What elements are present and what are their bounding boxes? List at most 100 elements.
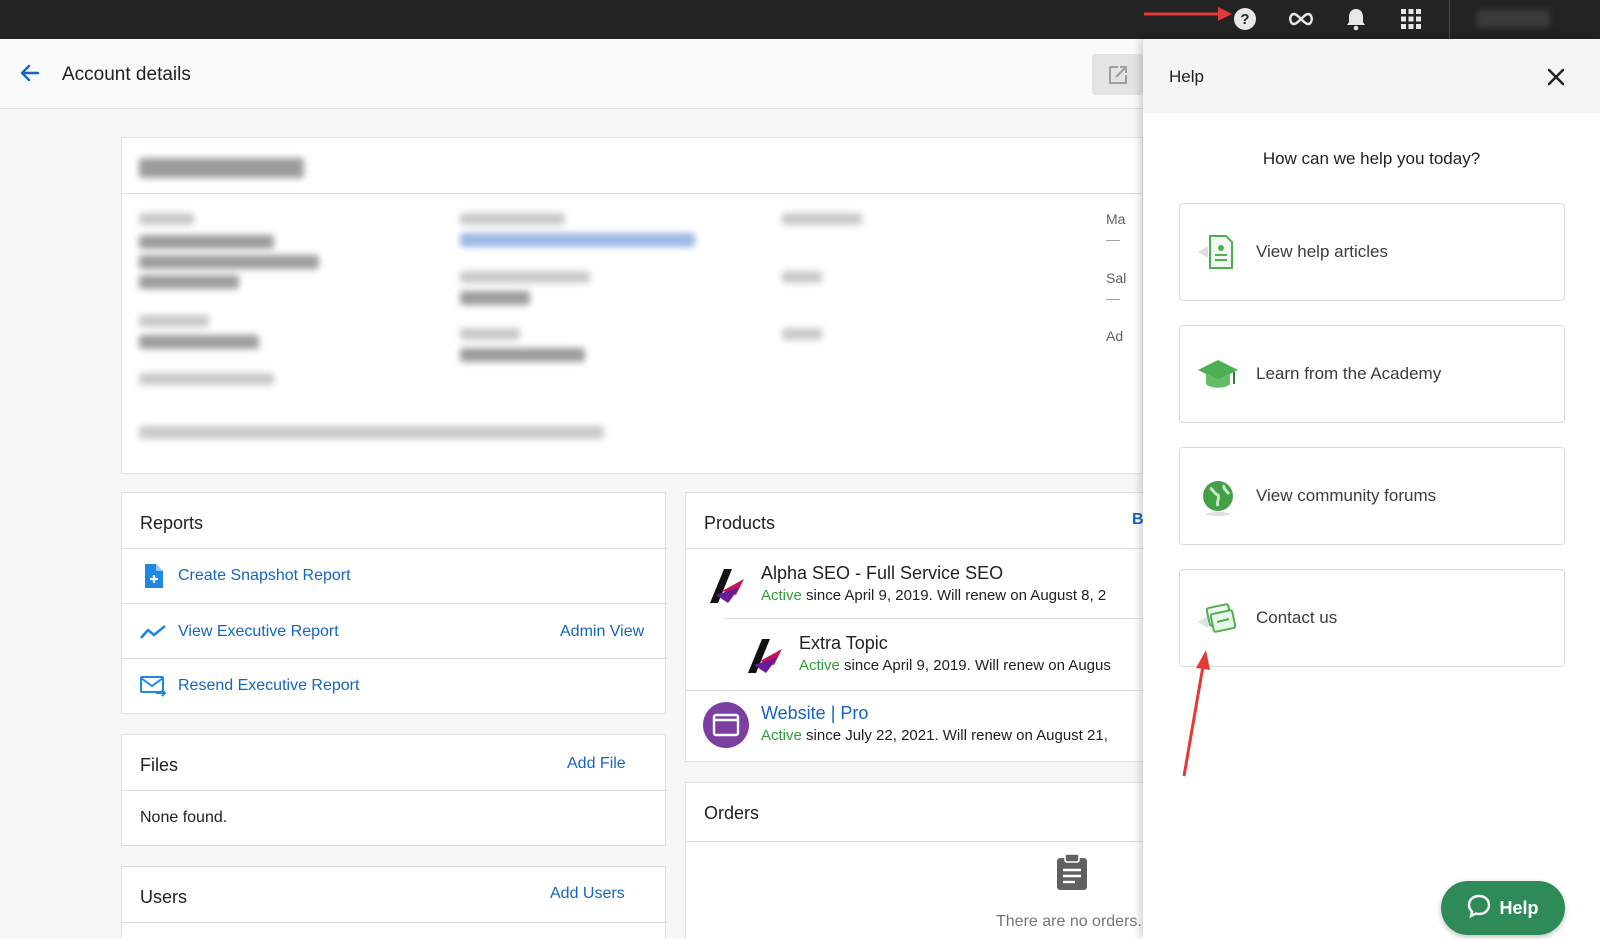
help-chat-button[interactable]: Help [1441,881,1565,935]
product-item[interactable]: Extra Topic Active since April 9, 2019. … [799,633,1111,674]
active-status: Active [761,727,802,744]
view-help-articles-card[interactable]: View help articles [1179,203,1565,301]
blurred-account-name [139,158,304,178]
blurred-field [782,213,862,225]
open-external-button[interactable] [1092,54,1143,95]
document-icon [1194,228,1242,276]
page-title: Account details [62,64,191,85]
partial-label: Ma [1106,211,1126,227]
add-users-link[interactable]: Add Users [550,885,625,903]
blurred-field [139,235,274,249]
blurred-field [460,328,520,340]
back-arrow-icon[interactable] [18,61,42,85]
blurred-field [782,328,822,340]
users-card: Users Add Users [121,866,667,939]
row-divider [686,841,1154,842]
blurred-email-link[interactable] [460,233,695,247]
resend-executive-report-label: Resend Executive Report [178,677,360,694]
account-menu[interactable] [1476,10,1550,28]
row-divider [686,548,1154,549]
admin-view-link[interactable]: Admin View [560,623,644,641]
infinity-icon[interactable] [1286,4,1316,34]
product-status: Active since July 22, 2021. Will renew o… [761,727,1108,744]
learn-from-academy-card[interactable]: Learn from the Academy [1179,325,1565,423]
page-header: Account details [0,39,1143,109]
annotation-arrow-bottom [1182,650,1210,777]
partial-label: Ad [1106,328,1124,344]
top-bar: ? [0,0,1600,39]
extra-topic-logo [744,635,784,680]
product-name: Extra Topic [799,633,888,653]
product-status: Active since April 9, 2019. Will renew o… [761,587,1106,604]
alpha-seo-logo [706,565,746,610]
row-divider [724,618,1154,619]
blurred-field [139,275,239,289]
dash-value: — [1106,231,1120,247]
product-detail: since July 22, 2021. Will renew on Augus… [801,727,1108,744]
chat-bubble-icon [1467,894,1491,923]
product-name: Alpha SEO - Full Service SEO [761,563,1004,583]
orders-card: Orders There are no orders. [685,782,1155,939]
globe-icon [1194,472,1242,520]
create-snapshot-report-link[interactable]: Create Snapshot Report [140,561,351,591]
view-community-forums-label: View community forums [1256,486,1437,505]
add-document-icon [140,563,166,589]
products-title: Products [704,513,776,533]
graduation-cap-icon [1194,350,1242,398]
users-title: Users [140,887,188,907]
learn-from-academy-label: Learn from the Academy [1256,364,1442,383]
create-snapshot-report-label: Create Snapshot Report [178,567,351,584]
active-status: Active [761,587,802,604]
blurred-field [460,213,565,225]
help-panel: Help How can we help you today? View hel… [1143,39,1600,939]
contact-us-label: Contact us [1256,608,1338,627]
row-divider [122,603,667,604]
open-external-icon [1108,65,1127,84]
partial-label: Sal [1106,270,1127,286]
orders-title: Orders [704,803,760,823]
help-panel-header: Help [1143,39,1600,113]
blurred-field [139,426,604,439]
blurred-field [460,291,530,305]
product-item[interactable]: Website | Pro Active since July 22, 2021… [761,703,1108,744]
bell-icon[interactable] [1341,4,1371,34]
product-name[interactable]: Website | Pro [761,703,1108,724]
view-help-articles-label: View help articles [1256,242,1388,261]
row-divider [122,548,667,549]
files-title: Files [140,755,179,775]
resend-executive-report-link[interactable]: Resend Executive Report [140,671,359,701]
close-icon[interactable] [1545,66,1567,88]
topbar-divider [1449,0,1450,39]
help-circle-icon[interactable]: ? [1230,4,1260,34]
blurred-field [139,315,209,327]
blurred-field [139,213,194,225]
add-file-link[interactable]: Add File [567,755,626,773]
product-item[interactable]: Alpha SEO - Full Service SEO Active sinc… [761,563,1106,604]
view-executive-report-label: View Executive Report [178,623,339,640]
reports-title: Reports [140,513,204,533]
row-divider [122,922,667,923]
row-divider [122,658,667,659]
blurred-field [139,335,259,349]
website-pro-logo [703,702,749,753]
blurred-field [460,348,585,362]
row-divider [686,690,1154,691]
annotation-arrow-top [1144,7,1232,21]
product-detail: since April 9, 2019. Will renew on Augus… [801,587,1107,604]
view-executive-report-link[interactable]: View Executive Report [140,617,339,647]
trend-line-icon [140,619,166,645]
contact-us-card[interactable]: Contact us [1179,569,1565,667]
reports-card: Reports Create Snapshot Report View Exec… [121,492,667,714]
view-community-forums-card[interactable]: View community forums [1179,447,1565,545]
dash-value: — [1106,290,1120,306]
help-chat-label: Help [1499,897,1539,918]
blurred-field [782,271,822,283]
blurred-field [139,373,274,385]
apps-grid-icon[interactable] [1396,4,1426,34]
product-status: Active since April 9, 2019. Will renew o… [799,657,1111,674]
row-divider [122,790,667,791]
card-divider [122,193,1144,194]
help-question: How can we help you today? [1262,149,1481,168]
account-info-card: Ma — Sal — Ad [121,137,1144,474]
chat-cards-icon [1194,594,1242,642]
